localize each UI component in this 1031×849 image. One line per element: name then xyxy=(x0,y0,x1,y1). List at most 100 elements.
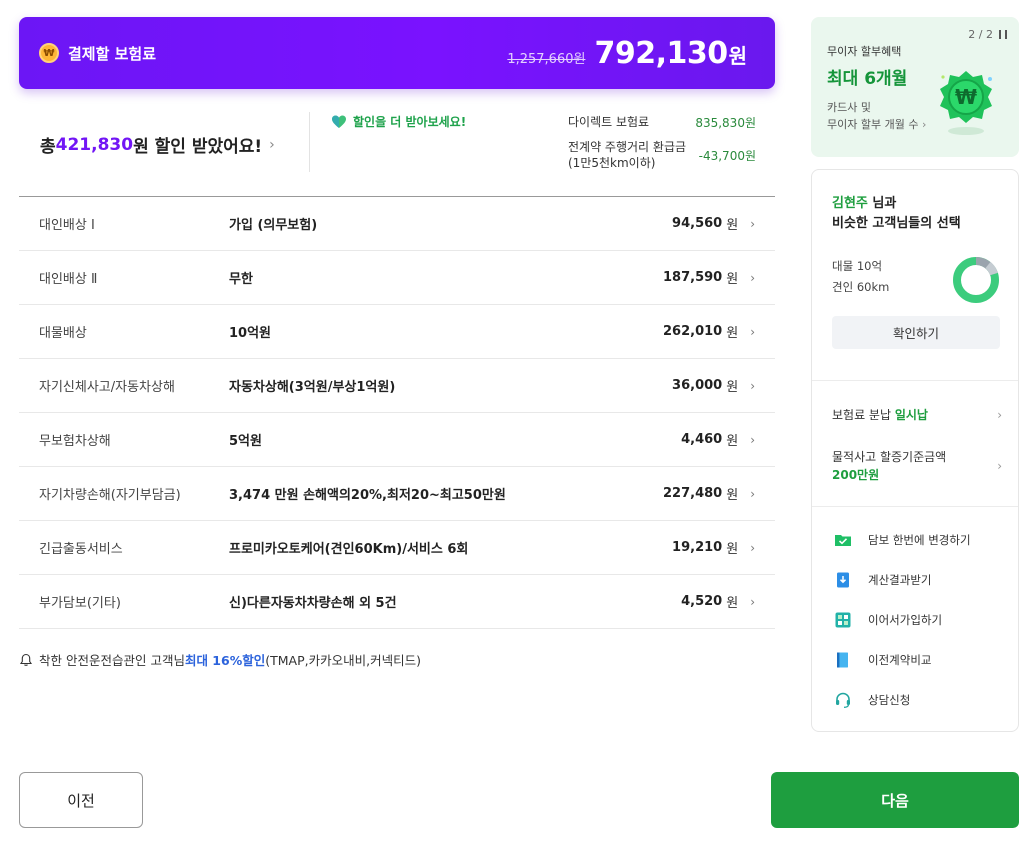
coverage-price: 262,010 xyxy=(663,324,723,339)
more-discount-text: 할인을 더 받아보세요! xyxy=(353,115,467,129)
coverage-name: 자기차량손해(자기부담금) xyxy=(39,488,181,503)
chevron-right-icon: › xyxy=(269,136,275,153)
divider xyxy=(812,380,1018,381)
banner-pager: 2 / 2 xyxy=(968,28,1007,41)
coverage-name: 대인배상 Ⅰ xyxy=(39,218,95,233)
coverage-price: 187,590 xyxy=(663,270,723,285)
continue-grid-icon xyxy=(835,612,851,628)
coverage-price: 4,460 xyxy=(681,432,723,447)
list-item: 대물 10억 xyxy=(832,259,883,273)
coverage-value: 무한 xyxy=(229,272,253,287)
coverage-price: 94,560 xyxy=(672,216,723,231)
coverage-price: 227,480 xyxy=(663,486,723,501)
premium-summary-bar: ₩ 결제할 보험료 1,257,660원 792,130 원 xyxy=(19,17,775,89)
menu-item-compare-contract[interactable]: 이전계약비교 xyxy=(834,651,931,669)
mileage-refund-row: 전계약 주행거리 환급금 (1만5천km이하) -43,700원 xyxy=(568,139,756,171)
coverage-price-unit: 원 xyxy=(726,272,739,287)
chevron-right-icon: › xyxy=(750,216,755,231)
menu-item-consultation[interactable]: 상담신청 xyxy=(834,691,910,709)
chevron-right-icon: › xyxy=(921,118,927,131)
chevron-right-icon: › xyxy=(750,540,755,555)
table-row[interactable]: 자기신체사고/자동차상해 자동차상해(3억원/부상1억원) 36,000 원 › xyxy=(19,359,775,413)
mileage-refund-value: -43,700원 xyxy=(698,149,756,163)
premium-label: 결제할 보험료 xyxy=(68,44,157,63)
list-item: 견인 60km xyxy=(832,280,890,294)
coverage-price-unit: 원 xyxy=(726,542,739,557)
promo-desc-line1: 카드사 및 xyxy=(827,101,871,114)
coverage-name: 자기신체사고/자동차상해 xyxy=(39,380,175,395)
coverage-price-unit: 원 xyxy=(726,380,739,395)
chevron-right-icon: › xyxy=(750,486,755,501)
coverage-value: 10억원 xyxy=(229,326,272,341)
coverage-price-unit: 원 xyxy=(726,218,739,233)
option-label: 보험료 분납 xyxy=(832,408,895,422)
notice-suffix: (TMAP,카카오내비,커넥티드) xyxy=(265,653,421,668)
installment-option-row[interactable]: 보험료 분납 일시납 › xyxy=(832,406,1002,423)
surcharge-option-row[interactable]: 물적사고 할증기준금액 200만원 › xyxy=(832,448,1002,484)
next-button[interactable]: 다음 xyxy=(771,772,1019,828)
mileage-refund-label: 전계약 주행거리 환급금 (1만5천km이하) xyxy=(568,139,686,171)
coverage-price-unit: 원 xyxy=(726,596,739,611)
heart-icon xyxy=(332,115,346,128)
discount-suffix: 원 할인 받았어요! xyxy=(133,137,263,157)
table-row[interactable]: 자기차량손해(자기부담금) 3,474 만원 손해액의20%,최저20~최고50… xyxy=(19,467,775,521)
promo-title: 최대 6개월 xyxy=(827,69,908,89)
original-price: 1,257,660원 xyxy=(507,51,586,67)
promo-description: 카드사 및 무이자 할부 개월 수 › xyxy=(827,99,926,133)
similar-customer-panel: 김현주 님과 비슷한 고객님들의 선택 대물 10억 견인 60km 확인하기 … xyxy=(811,169,1019,732)
menu-item-continue-signup[interactable]: 이어서가입하기 xyxy=(834,611,942,629)
mileage-refund-label-line2: (1만5천km이하) xyxy=(568,156,656,170)
compare-book-icon xyxy=(837,652,848,668)
pause-icon[interactable] xyxy=(999,30,1007,39)
donut-chart-icon xyxy=(953,257,999,303)
direct-premium-label: 다이렉트 보험료 xyxy=(568,115,650,129)
coverage-table: 대인배상 Ⅰ 가입 (의무보험) 94,560 원 › 대인배상 Ⅱ 무한 18… xyxy=(19,196,775,629)
coverage-price-unit: 원 xyxy=(726,434,739,449)
coverage-price-unit: 원 xyxy=(726,488,739,503)
option-value: 200만원 xyxy=(832,468,880,482)
table-row[interactable]: 부가담보(기타) 신)다른자동차차량손해 외 5건 4,520 원 › xyxy=(19,575,775,629)
installment-option-text: 보험료 분납 일시납 xyxy=(832,406,928,423)
more-discount-link[interactable]: 할인을 더 받아보세요! xyxy=(331,113,466,130)
table-row[interactable]: 대인배상 Ⅱ 무한 187,590 원 › xyxy=(19,251,775,305)
final-price: 792,130 xyxy=(594,35,728,71)
won-badge-symbol: ₩ xyxy=(955,85,977,109)
discount-summary-link[interactable]: 총 421,830 원 할인 받았어요! › xyxy=(40,132,275,158)
direct-premium-value: 835,830원 xyxy=(695,116,756,130)
chevron-right-icon: › xyxy=(997,459,1002,473)
coverage-value: 3,474 만원 손해액의20%,최저20~최고50만원 xyxy=(229,488,506,503)
final-price-unit: 원 xyxy=(728,43,747,68)
won-coin-icon: ₩ xyxy=(39,43,59,63)
divider xyxy=(309,112,310,172)
table-row[interactable]: 대인배상 Ⅰ 가입 (의무보험) 94,560 원 › xyxy=(19,197,775,251)
menu-item-change-coverage[interactable]: 담보 한번에 변경하기 xyxy=(834,531,971,549)
title-line2: 비슷한 고객님들의 선택 xyxy=(832,216,961,231)
menu-item-get-results[interactable]: 계산결과받기 xyxy=(834,571,931,589)
table-row[interactable]: 무보험차상해 5억원 4,460 원 › xyxy=(19,413,775,467)
folder-check-icon xyxy=(835,535,851,546)
direct-premium-breakdown: 다이렉트 보험료 835,830원 전계약 주행거리 환급금 (1만5천km이하… xyxy=(568,114,756,179)
mileage-refund-label-line1: 전계약 주행거리 환급금 xyxy=(568,140,687,154)
headset-icon xyxy=(836,692,850,708)
promo-subtitle: 무이자 할부혜택 xyxy=(827,45,902,58)
discount-amount: 421,830 xyxy=(55,134,134,155)
prev-button[interactable]: 이전 xyxy=(19,772,143,828)
coverage-value: 신)다른자동차차량손해 외 5건 xyxy=(229,596,397,611)
table-row[interactable]: 대물배상 10억원 262,010 원 › xyxy=(19,305,775,359)
coverage-value: 5억원 xyxy=(229,434,262,449)
chevron-right-icon: › xyxy=(750,432,755,447)
menu-item-label: 이전계약비교 xyxy=(868,653,932,667)
customer-name: 김현주 xyxy=(832,196,868,211)
premium-price-group: 1,257,660원 792,130 원 xyxy=(507,36,747,71)
coverage-value: 가입 (의무보험) xyxy=(229,218,318,233)
menu-item-label: 이어서가입하기 xyxy=(868,613,943,627)
table-row[interactable]: 긴급출동서비스 프로미카오토케어(견인60Km)/서비스 6회 19,210 원… xyxy=(19,521,775,575)
confirm-button[interactable]: 확인하기 xyxy=(832,316,1000,349)
chevron-right-icon: › xyxy=(750,594,755,609)
coverage-price: 19,210 xyxy=(672,540,723,555)
coverage-value: 자동차상해(3억원/부상1억원) xyxy=(229,380,396,395)
banner-page-indicator: 2 / 2 xyxy=(968,28,993,41)
promo-desc-line2: 무이자 할부 개월 수 xyxy=(827,118,919,131)
installment-promo-banner[interactable]: 2 / 2 무이자 할부혜택 최대 6개월 카드사 및 무이자 할부 개월 수 … xyxy=(811,17,1019,157)
chevron-right-icon: › xyxy=(997,407,1002,422)
